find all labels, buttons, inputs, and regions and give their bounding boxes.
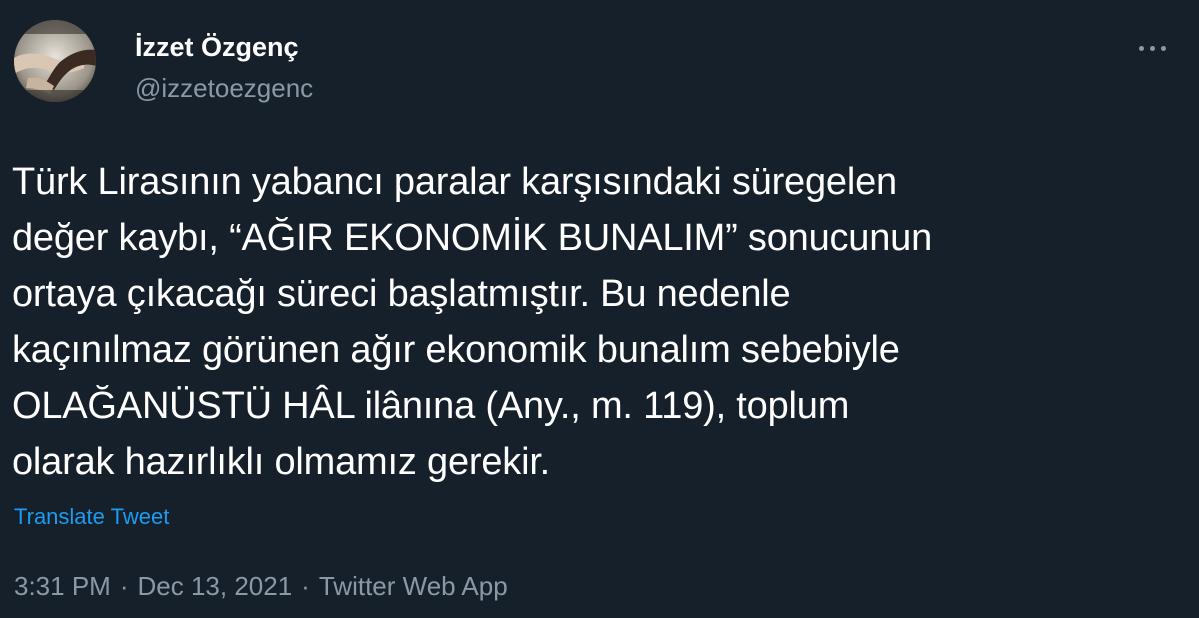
author-display-name[interactable]: İzzet Özgenç [135, 31, 299, 63]
tweet-text-line: Türk Lirasının yabancı paralar karşısınd… [12, 161, 897, 203]
tweet-metadata: 3:31 PM · Dec 13, 2021 · Twitter Web App [14, 570, 508, 602]
meta-separator: · [119, 571, 129, 601]
tweet-text-line: ortaya çıkacağı süreci başlatmıştır. Bu … [12, 273, 791, 315]
tweet-date[interactable]: Dec 13, 2021 [138, 571, 293, 601]
more-dot [1149, 45, 1155, 51]
meta-separator: · [301, 571, 310, 601]
more-dot [1138, 45, 1144, 51]
tweet-text-line: kaçınılmaz görünen ağır ekonomik bunalım… [12, 329, 900, 371]
author-handle[interactable]: @izzetoezgenc [135, 72, 313, 104]
tweet-card: İzzet Özgenç @izzetoezgenc Türk Lirasını… [0, 0, 1199, 618]
more-options-icon[interactable] [1128, 32, 1176, 64]
tweet-time[interactable]: 3:31 PM [14, 571, 111, 601]
tweet-source: Twitter Web App [318, 571, 508, 601]
tweet-text: Türk Lirasının yabancı paralar karşısınd… [12, 154, 1192, 490]
tweet-text-line: OLAĞANÜSTÜ HÂL ilânına (Any., m. 119), t… [12, 385, 850, 427]
more-dot [1160, 45, 1166, 51]
translate-tweet-link[interactable]: Translate Tweet [14, 503, 169, 531]
profile-photo-icon [14, 20, 96, 102]
avatar[interactable] [14, 20, 96, 102]
tweet-text-line: olarak hazırlıklı olmamız gerekir. [12, 441, 551, 483]
tweet-text-line: değer kaybı, “AĞIR EKONOMİK BUNALIM” son… [12, 217, 933, 259]
